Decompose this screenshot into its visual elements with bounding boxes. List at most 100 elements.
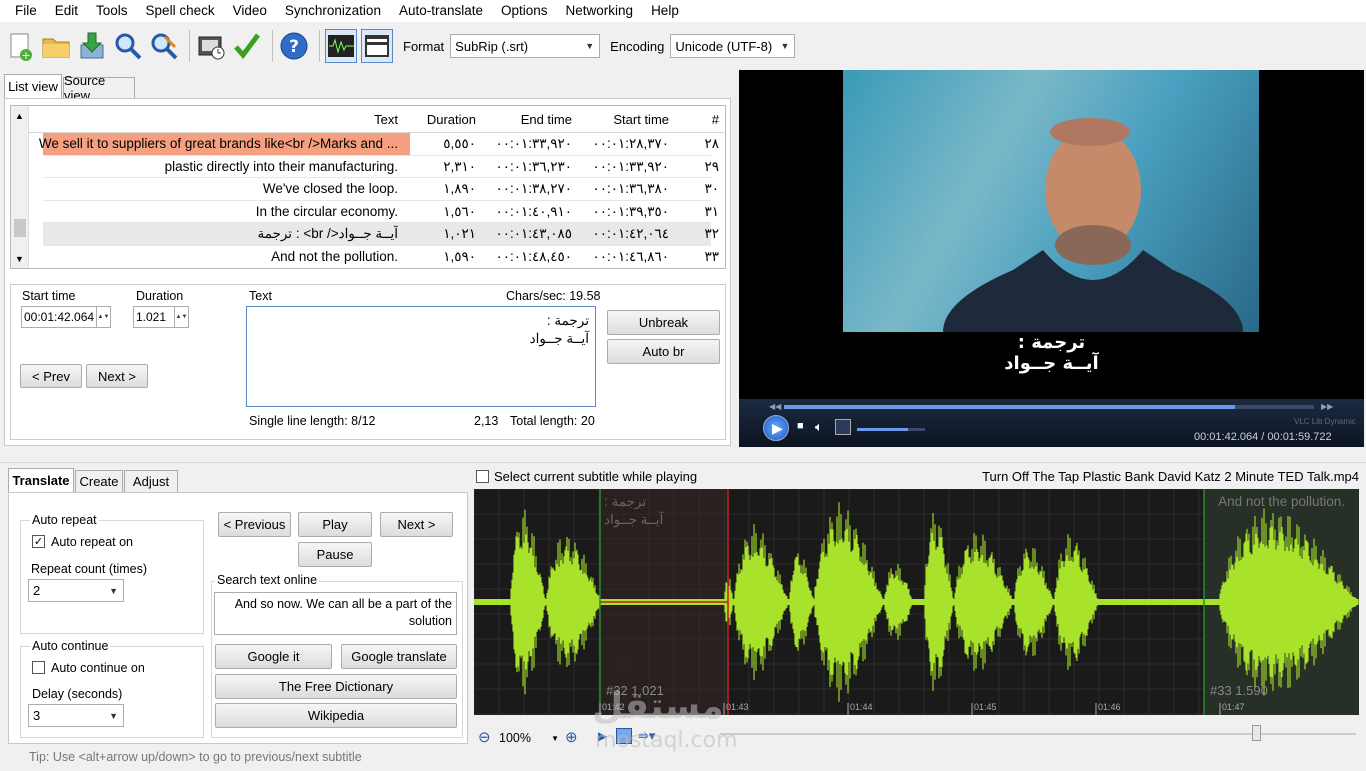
volume-icon[interactable]: 🔈︎ xyxy=(815,419,823,435)
rewind-icon[interactable]: ◀◀ xyxy=(769,402,781,411)
cell-duration: ٥,٥٥٠ xyxy=(443,136,476,151)
table-row[interactable]: We sell it to suppliers of great brands … xyxy=(39,133,719,156)
zoom-in-icon[interactable]: ⊕ xyxy=(565,728,578,746)
zoom-out-icon[interactable]: ⊖ xyxy=(478,728,491,746)
menu-auto-translate[interactable]: Auto-translate xyxy=(390,0,492,22)
unbreak-button[interactable]: Unbreak xyxy=(607,310,720,335)
header-start-time[interactable]: Start time xyxy=(577,112,669,127)
stop-icon[interactable]: ■ xyxy=(797,420,804,432)
delay-select[interactable]: 3 ▼ xyxy=(28,704,124,727)
subtitle-grid: Text Duration End time Start time # ▲ ▼ … xyxy=(10,105,726,269)
replace-icon[interactable] xyxy=(148,29,180,63)
menu-edit[interactable]: Edit xyxy=(46,0,87,22)
table-row[interactable]: And not the pollution. ١,٥٩٠ ٠٠:٠١:٤٨,٤٥٠ ٠… xyxy=(43,246,719,268)
tab-adjust[interactable]: Adjust xyxy=(124,470,178,492)
table-row[interactable]: ترجمة : <br />آيــة جــواد ١,٠٢١ ٠٠:٠١:٤٣,… xyxy=(43,223,719,246)
google-translate-button[interactable]: Google translate xyxy=(341,644,457,669)
menu-options[interactable]: Options xyxy=(492,0,557,22)
wikipedia-button[interactable]: Wikipedia xyxy=(215,703,457,728)
menu-spell-check[interactable]: Spell check xyxy=(137,0,224,22)
cell-duration: ١,٠٢١ xyxy=(443,226,476,242)
menu-tools[interactable]: Tools xyxy=(87,0,137,22)
auto-continue-checkbox[interactable] xyxy=(32,661,45,674)
format-select[interactable]: SubRip (.srt) ▼ xyxy=(450,34,601,58)
search-text-line-2: solution xyxy=(408,614,452,628)
scroll-up-icon[interactable]: ▲ xyxy=(15,111,24,121)
visual-sync-icon[interactable] xyxy=(195,29,227,63)
previous-button[interactable]: < Previous xyxy=(218,512,291,537)
seek-bar[interactable] xyxy=(784,405,1314,409)
table-row[interactable]: plastic directly into their manufacturin… xyxy=(43,156,719,179)
next-button[interactable]: Next > xyxy=(86,364,148,388)
header-end-time[interactable]: End time xyxy=(481,112,572,127)
open-folder-icon[interactable] xyxy=(40,29,72,63)
encoding-select[interactable]: Unicode (UTF-8) ▼ xyxy=(670,34,796,58)
video-player[interactable]: ترجمة : آيــة جــواد ◀◀ ▶▶ VLC Lib Dynam… xyxy=(739,70,1364,447)
chevron-down-icon: ▼ xyxy=(551,733,559,743)
cell-duration: ١,٨٩٠ xyxy=(443,181,476,197)
wave-sub-32-line-2: آيــة جــواد xyxy=(604,512,664,527)
header-text[interactable]: Text xyxy=(33,112,398,127)
tab-list-view[interactable]: List view xyxy=(4,74,62,98)
new-file-icon[interactable]: + xyxy=(4,29,36,63)
menu-help[interactable]: Help xyxy=(642,0,688,22)
seek-progress xyxy=(784,405,1235,409)
cell-start-time: ٠٠:٠١:٢٨,٣٧٠ xyxy=(592,136,669,151)
waveform-icon[interactable] xyxy=(325,29,357,63)
splitter[interactable] xyxy=(0,462,1366,463)
next-translate-button[interactable]: Next > xyxy=(380,512,453,537)
search-text-box[interactable]: And so now. We can all be a part of the … xyxy=(214,592,457,635)
speaker-image xyxy=(943,118,1243,332)
play-button[interactable]: ▶ xyxy=(763,415,789,441)
zoom-select[interactable]: 100% ▼ xyxy=(499,728,559,748)
table-row[interactable]: We've closed the loop. ١,٨٩٠ ٠٠:٠١:٣٨,٢٧٠ ٠… xyxy=(43,178,719,201)
toolbar: + ? Format SubRip (.srt) ▼ Encoding Unico… xyxy=(0,24,1366,68)
wave-sub-32-text: ترجمة : آيــة جــواد xyxy=(604,493,663,529)
subtitle-text-editor[interactable]: ترجمة : آيــة جــواد xyxy=(246,306,596,407)
format-value: SubRip (.srt) xyxy=(455,38,529,54)
cell-end-time: ٠٠:٠١:٣٣,٩٢٠ xyxy=(495,136,572,151)
select-current-checkbox[interactable] xyxy=(476,470,489,483)
download-icon[interactable] xyxy=(76,29,108,63)
video-icon[interactable] xyxy=(361,29,393,63)
prev-button[interactable]: < Prev xyxy=(20,364,82,388)
help-icon[interactable]: ? xyxy=(278,29,310,63)
position-slider-thumb[interactable] xyxy=(1252,725,1261,741)
tick-0147: 01:47 xyxy=(1222,702,1245,712)
cell-start-time: ٠٠:٠١:٤٢,٠٦٤ xyxy=(592,226,669,242)
spinner-icon[interactable]: ▲▼ xyxy=(96,307,110,327)
duration-input[interactable]: 1.021 ▲▼ xyxy=(133,306,189,328)
free-dictionary-button[interactable]: The Free Dictionary xyxy=(215,674,457,699)
google-it-button[interactable]: Google it xyxy=(215,644,332,669)
menu-networking[interactable]: Networking xyxy=(557,0,643,22)
play-translate-button[interactable]: Play xyxy=(298,512,372,537)
menu-video[interactable]: Video xyxy=(224,0,276,22)
start-time-input[interactable]: 00:01:42.064 ▲▼ xyxy=(21,306,111,328)
scroll-thumb[interactable] xyxy=(14,219,26,237)
menu-file[interactable]: File xyxy=(6,0,46,22)
repeat-count-select[interactable]: 2 ▼ xyxy=(28,579,124,602)
spinner-icon[interactable]: ▲▼ xyxy=(174,307,188,327)
volume-slider[interactable] xyxy=(857,428,925,431)
spellcheck-icon[interactable] xyxy=(231,29,263,63)
waveform-panel[interactable]: ترجمة : آيــة جــواد And not the polluti… xyxy=(474,489,1359,715)
header-duration[interactable]: Duration xyxy=(403,112,476,127)
grid-scrollbar[interactable]: ▲ ▼ xyxy=(11,106,29,268)
find-icon[interactable] xyxy=(112,29,144,63)
table-row[interactable]: In the circular economy. ١,٥٦٠ ٠٠:٠١:٤٠,٩١… xyxy=(43,201,719,224)
tab-create[interactable]: Create xyxy=(75,470,123,492)
menu-synchronization[interactable]: Synchronization xyxy=(276,0,390,22)
fast-forward-icon[interactable]: ▶▶ xyxy=(1321,402,1333,411)
fullscreen-icon[interactable] xyxy=(835,419,851,435)
scroll-down-icon[interactable]: ▼ xyxy=(15,254,24,264)
auto-continue-title: Auto continue xyxy=(30,639,111,653)
chevron-down-icon: ▼ xyxy=(585,41,595,51)
pause-button[interactable]: Pause xyxy=(298,542,372,567)
chevron-down-icon: ▼ xyxy=(109,585,118,596)
cell-start-time: ٠٠:٠١:٣٣,٩٢٠ xyxy=(592,158,669,174)
auto-repeat-checkbox[interactable]: ✓ xyxy=(32,535,45,548)
tab-translate[interactable]: Translate xyxy=(8,468,74,492)
header-number[interactable]: # xyxy=(675,112,719,127)
tab-source-view[interactable]: Source view xyxy=(63,73,135,103)
auto-br-button[interactable]: Auto br xyxy=(607,339,720,364)
